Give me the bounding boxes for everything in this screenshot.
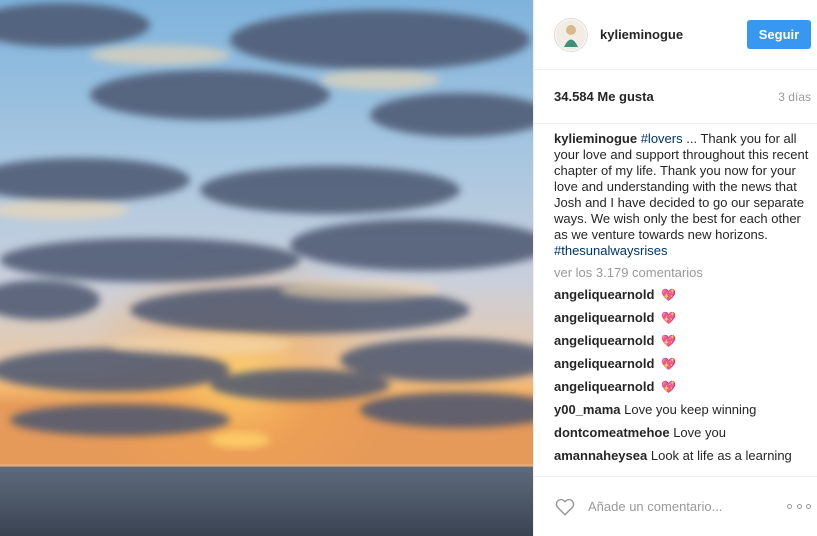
comment-text: Love you keep winning — [624, 402, 757, 417]
add-comment-input[interactable] — [586, 498, 787, 515]
comment-item: angeliquearnold 💖 — [554, 333, 809, 349]
hashtag-thesunalwaysrises[interactable]: #thesunalwaysrises — [554, 243, 667, 258]
header-username[interactable]: kylieminogue — [600, 27, 683, 42]
comment-username[interactable]: angeliquearnold — [554, 333, 654, 348]
post-header: kylieminogue Seguir — [534, 0, 817, 70]
comment-text: 💖 — [661, 357, 676, 371]
comment-item: amannaheysea Look at life as a learning — [554, 448, 809, 464]
comment-text: 💖 — [661, 288, 676, 302]
dot — [796, 504, 802, 509]
comment-text: Love you — [673, 425, 726, 440]
comment-username[interactable]: dontcomeatmehoe — [554, 425, 670, 440]
post-stats: 34.584 Me gusta 3 días — [534, 70, 817, 124]
comment-username[interactable]: amannaheysea — [554, 448, 647, 463]
comment-username[interactable]: angeliquearnold — [554, 356, 654, 371]
post-footer — [534, 476, 817, 536]
comment-item: angeliquearnold 💖 — [554, 379, 809, 395]
post-time[interactable]: 3 días — [778, 90, 811, 104]
comment-item: angeliquearnold 💖 — [554, 310, 809, 326]
comment-text: 💖 — [661, 311, 676, 325]
comment-username[interactable]: angeliquearnold — [554, 287, 654, 302]
comment-text: 💖 — [661, 380, 676, 394]
avatar-image — [556, 19, 586, 50]
likes-count[interactable]: 34.584 Me gusta — [554, 89, 654, 104]
comment-text: Look at life as a learning — [650, 448, 792, 463]
dot — [806, 504, 811, 509]
view-all-comments-link[interactable]: ver los 3.179 comentarios — [554, 265, 809, 281]
caption: kylieminogue #lovers ... Thank you for a… — [554, 131, 809, 259]
comment-item: y00_mama Love you keep winning — [554, 402, 809, 418]
sunset-ocean-image — [0, 0, 533, 536]
post-sidebar: kylieminogue Seguir 34.584 Me gusta 3 dí… — [533, 0, 817, 536]
follow-button[interactable]: Seguir — [747, 20, 811, 49]
post-photo[interactable] — [0, 0, 533, 536]
comment-username[interactable]: angeliquearnold — [554, 379, 654, 394]
avatar[interactable] — [554, 17, 588, 52]
caption-text: ... Thank you for all your love and supp… — [554, 131, 809, 242]
comment-username[interactable]: angeliquearnold — [554, 310, 654, 325]
comment-item: angeliquearnold 💖 — [554, 356, 809, 372]
more-options-icon[interactable] — [787, 501, 811, 513]
comment-item: dontcomeatmehoe Love you — [554, 425, 809, 441]
comment-item: angeliquearnold 💖 — [554, 287, 809, 303]
hashtag-lovers[interactable]: #lovers — [641, 131, 683, 146]
comment-text: 💖 — [661, 334, 676, 348]
dot — [787, 504, 792, 509]
comment-username[interactable]: y00_mama — [554, 402, 621, 417]
comments-list: kylieminogue #lovers ... Thank you for a… — [534, 124, 817, 479]
caption-username[interactable]: kylieminogue — [554, 131, 637, 146]
instagram-post: kylieminogue Seguir 34.584 Me gusta 3 dí… — [0, 0, 817, 536]
heart-outline-icon[interactable] — [554, 496, 576, 518]
